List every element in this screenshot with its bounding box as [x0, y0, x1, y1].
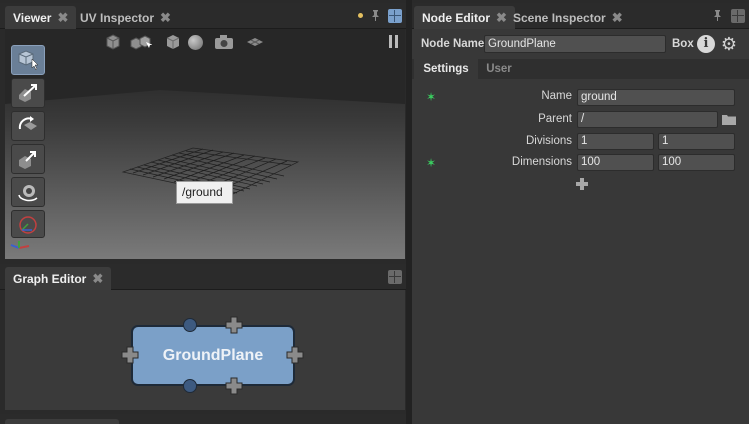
layout-icon[interactable] [731, 9, 745, 23]
camera-tool[interactable] [11, 177, 45, 207]
tab-node-editor-label: Node Editor [422, 11, 490, 25]
close-icon[interactable]: ✖ [612, 6, 623, 29]
pin-icon[interactable] [710, 8, 724, 22]
translate-tool[interactable] [11, 78, 45, 108]
graph-node-label: GroundPlane [162, 346, 264, 364]
output-port-icon[interactable] [183, 379, 197, 393]
rotate-tool[interactable] [11, 111, 45, 141]
tab-uv-inspector-label: UV Inspector [80, 11, 155, 25]
name-label: Name [541, 90, 572, 102]
info-icon[interactable]: i [697, 35, 715, 53]
path-tooltip: /ground [176, 181, 233, 204]
cube-icon[interactable] [103, 32, 123, 52]
dimensions-x-field[interactable]: 100 [577, 154, 654, 171]
tab-node-editor[interactable]: Node Editor ✖ [414, 6, 515, 29]
path-tooltip-text: /ground [182, 185, 223, 199]
add-port-bottom-icon[interactable] [225, 377, 243, 395]
grid-plane-icon[interactable] [245, 33, 265, 51]
tab-graph-editor[interactable]: Graph Editor ✖ [5, 267, 112, 290]
close-icon[interactable]: ✖ [92, 267, 103, 290]
modified-dot-icon [358, 13, 363, 18]
divisions-y-field[interactable]: 1 [658, 133, 735, 150]
dimensions-label: Dimensions [511, 156, 572, 168]
node-editor-tabbar: Node Editor ✖ Scene Inspector ✖ [412, 3, 749, 29]
node-name-field[interactable]: GroundPlane [484, 35, 666, 53]
tab-user-label: User [486, 63, 512, 75]
gear-icon[interactable]: ⚙ [719, 34, 739, 54]
graph-node[interactable]: GroundPlane [131, 325, 295, 386]
parent-field[interactable]: / [577, 111, 718, 128]
pin-icon[interactable] [368, 8, 382, 22]
input-port-icon[interactable] [183, 318, 197, 332]
pause-icon[interactable] [385, 33, 401, 49]
bottom-tabbar [0, 414, 406, 424]
transform-tool[interactable] [11, 210, 45, 238]
node-name-label: Node Name [421, 38, 485, 50]
tab-scene-inspector[interactable]: Scene Inspector ✖ [505, 6, 631, 29]
tab-settings-label: Settings [423, 63, 469, 75]
settings-tabbar: Settings User [412, 59, 749, 79]
viewport-scene [5, 29, 405, 196]
graph-tabbar: Graph Editor ✖ [0, 264, 406, 290]
viewer-viewport[interactable]: /ground [5, 29, 405, 259]
axis-gizmo-icon [9, 239, 31, 249]
parent-label: Parent [538, 113, 572, 125]
add-plug-icon[interactable] [574, 176, 590, 192]
add-port-left-icon[interactable] [121, 346, 139, 364]
tab-scene-inspector-label: Scene Inspector [513, 11, 606, 25]
close-icon[interactable]: ✖ [57, 6, 68, 29]
tab-user[interactable]: User [478, 59, 520, 79]
tab-viewer-label: Viewer [13, 11, 52, 25]
add-port-right-icon[interactable] [286, 346, 304, 364]
dimensions-y-field[interactable]: 100 [658, 154, 735, 171]
select-tool[interactable] [11, 45, 45, 75]
node-type-label: Box [672, 38, 694, 50]
tab-viewer[interactable]: Viewer ✖ [5, 6, 77, 29]
tab-uv-inspector[interactable]: UV Inspector ✖ [72, 6, 179, 29]
bottom-tab[interactable] [5, 419, 119, 424]
tab-graph-editor-label: Graph Editor [13, 272, 87, 286]
graph-canvas[interactable]: GroundPlane [5, 290, 405, 410]
layout-icon[interactable] [388, 270, 402, 284]
scale-tool[interactable] [11, 144, 45, 174]
layout-icon[interactable] [388, 9, 402, 23]
folder-icon[interactable] [721, 111, 737, 128]
divisions-label: Divisions [525, 135, 572, 147]
node-editor-panel: Node Name GroundPlane Box i ⚙ Settings U… [412, 29, 749, 424]
tab-settings[interactable]: Settings [414, 59, 478, 79]
name-field[interactable]: ground [577, 89, 735, 106]
viewer-tabbar: Viewer ✖ UV Inspector ✖ [0, 3, 406, 29]
camera-icon[interactable] [213, 32, 235, 52]
close-icon[interactable]: ✖ [160, 6, 171, 29]
sphere-icon[interactable] [185, 32, 205, 52]
cubes-icon[interactable] [129, 32, 153, 52]
divisions-x-field[interactable]: 1 [577, 133, 654, 150]
add-port-top-icon[interactable] [225, 316, 243, 334]
box-icon[interactable] [163, 32, 183, 52]
